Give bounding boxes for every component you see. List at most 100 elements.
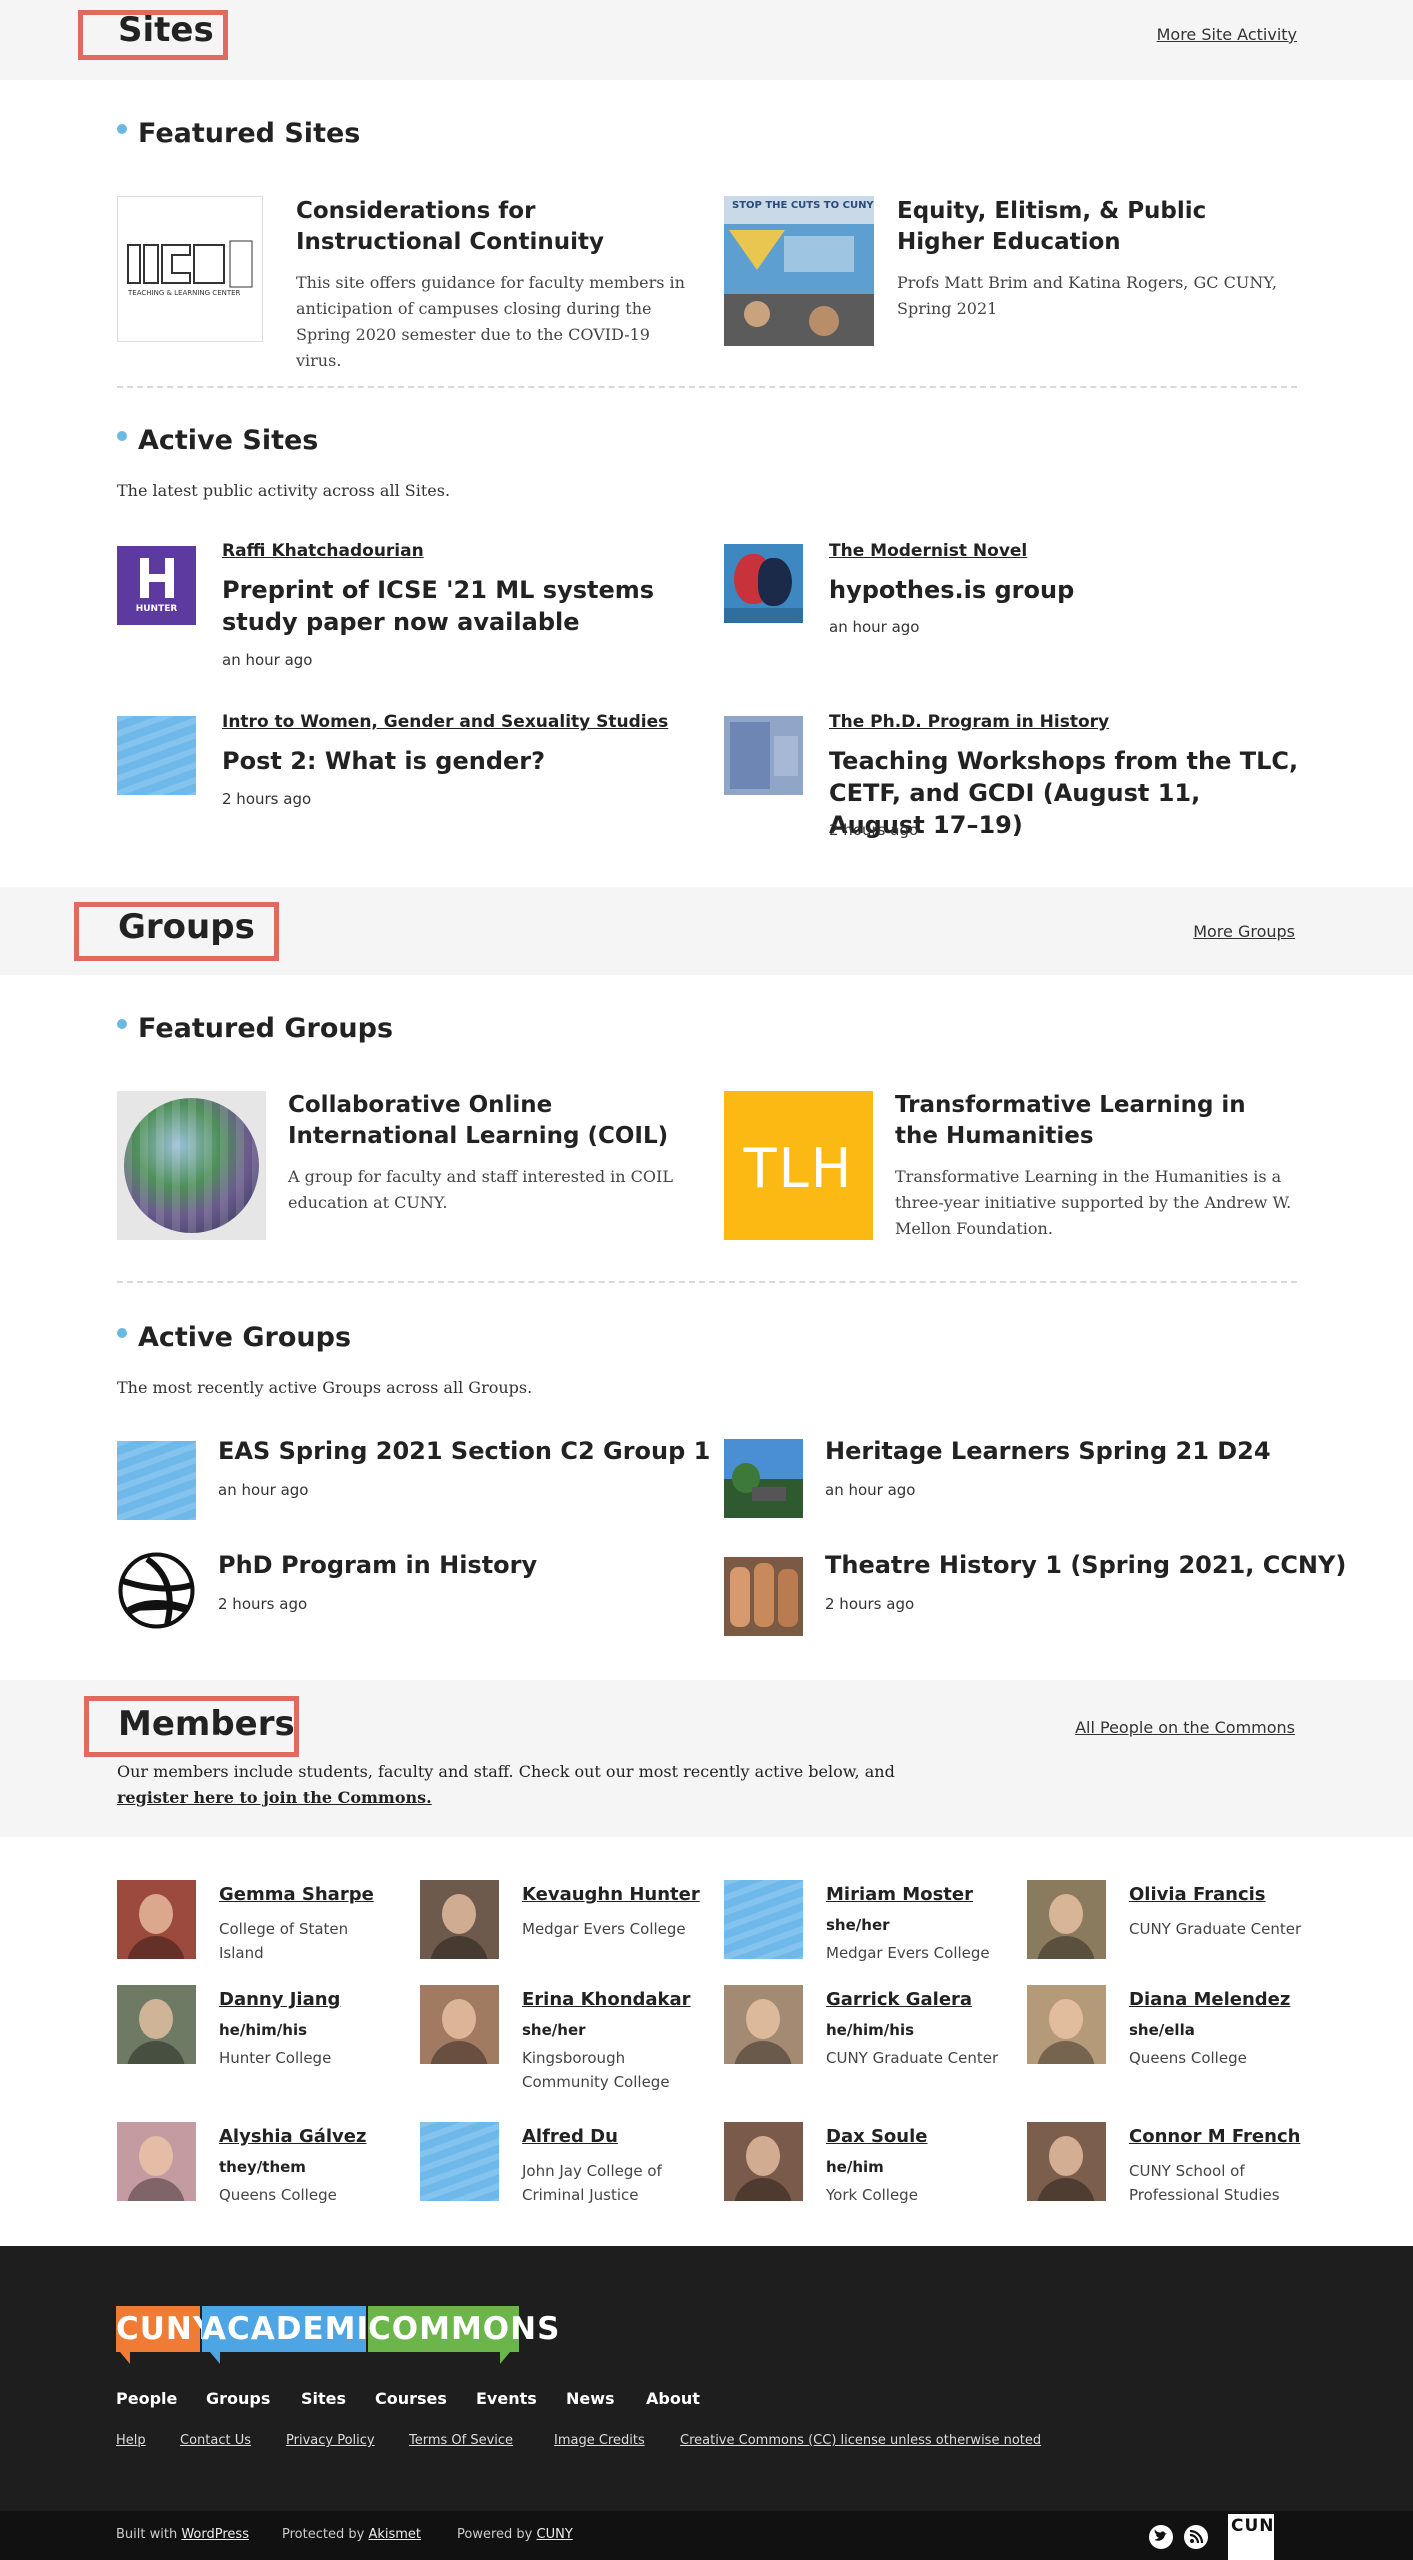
footer-nav-about[interactable]: About: [646, 2389, 700, 2408]
graduate-center-thumb[interactable]: [724, 716, 803, 795]
member-college: Queens College: [219, 2186, 337, 2204]
featured-groups-heading: Featured Groups: [117, 1013, 393, 1044]
protest-photo-thumb[interactable]: STOP THE CUTS TO CUNY: [724, 196, 874, 346]
featured-group-title[interactable]: Collaborative Online International Learn…: [288, 1090, 698, 1152]
bullet-dot-icon: [117, 1019, 127, 1029]
member-avatar[interactable]: [1027, 1880, 1106, 1959]
logo-tail: [500, 2352, 510, 2364]
member-pronouns: she/ella: [1129, 2021, 1195, 2039]
member-avatar[interactable]: [1027, 1985, 1106, 2064]
cuny-link[interactable]: CUNY: [537, 2527, 573, 2542]
group-time: 2 hours ago: [218, 1595, 308, 1613]
group-time: an hour ago: [218, 1481, 309, 1499]
footer-link-image-credits[interactable]: Image Credits: [554, 2433, 645, 2448]
group-title[interactable]: PhD Program in History: [218, 1551, 537, 1579]
activity-author-link[interactable]: The Modernist Novel: [829, 541, 1027, 561]
globe-icon: [118, 1552, 195, 1629]
footer-link-license[interactable]: Creative Commons (CC) license unless oth…: [680, 2433, 1041, 2448]
activity-title[interactable]: Post 2: What is gender?: [222, 745, 682, 777]
member-name-link[interactable]: Gemma Sharpe: [219, 1884, 374, 1905]
featured-group-title[interactable]: Transformative Learning in the Humanitie…: [895, 1090, 1295, 1152]
member-pronouns: he/him: [826, 2158, 884, 2176]
activity-title[interactable]: hypothes.is group: [829, 574, 1299, 606]
register-link[interactable]: register here to join the Commons.: [117, 1788, 432, 1807]
member-pronouns: she/her: [522, 2021, 586, 2039]
member-avatar[interactable]: [420, 1985, 499, 2064]
cuny-logo-mark[interactable]: CUNY: [1228, 2514, 1287, 2560]
footer-link-terms[interactable]: Terms Of Sevice: [409, 2433, 513, 2448]
member-avatar[interactable]: [724, 2122, 803, 2201]
member-name-link[interactable]: Dax Soule: [826, 2126, 928, 2147]
member-avatar[interactable]: [117, 1880, 196, 1959]
member-avatar[interactable]: [724, 1985, 803, 2064]
footer-nav-news[interactable]: News: [566, 2389, 615, 2408]
akismet-link[interactable]: Akismet: [368, 2527, 421, 2542]
group-title[interactable]: Heritage Learners Spring 21 D24: [825, 1437, 1271, 1465]
default-group-thumb[interactable]: [117, 1441, 196, 1520]
member-college: College of Staten Island: [219, 1920, 349, 1962]
member-name-link[interactable]: Alyshia Gálvez: [219, 2126, 366, 2147]
globe-photo-thumb[interactable]: [117, 1091, 266, 1240]
footer-link-help[interactable]: Help: [116, 2433, 146, 2448]
activity-author-link[interactable]: Raffi Khatchadourian: [222, 541, 424, 561]
more-site-activity-link[interactable]: More Site Activity: [1157, 25, 1297, 44]
activity-time: an hour ago: [222, 651, 313, 669]
member-name-link[interactable]: Diana Melendez: [1129, 1989, 1290, 2010]
member-college: Kingsborough Community College: [522, 2049, 670, 2091]
member-avatar[interactable]: [724, 1880, 803, 1959]
member-avatar[interactable]: [420, 2122, 499, 2201]
member-name-link[interactable]: Garrick Galera: [826, 1989, 972, 2010]
member-name-link[interactable]: Erina Khondakar: [522, 1989, 691, 2010]
modernist-novel-thumb[interactable]: [724, 544, 803, 623]
activity-author-link[interactable]: The Ph.D. Program in History: [829, 712, 1109, 732]
member-name-link[interactable]: Danny Jiang: [219, 1989, 340, 2010]
hunter-logo-thumb[interactable]: HUNTER: [117, 546, 196, 625]
rss-icon[interactable]: [1184, 2525, 1208, 2549]
member-name-link[interactable]: Connor M French: [1129, 2126, 1300, 2147]
more-groups-link[interactable]: More Groups: [1193, 922, 1295, 941]
group-title[interactable]: EAS Spring 2021 Section C2 Group 1: [218, 1437, 710, 1465]
footer-nav-events[interactable]: Events: [476, 2389, 537, 2408]
member-avatar[interactable]: [117, 1985, 196, 2064]
logo-commons[interactable]: COMMONS: [368, 2306, 559, 2352]
footer-link-contact[interactable]: Contact Us: [180, 2433, 251, 2448]
bullet-dot-icon: [117, 124, 127, 134]
member-avatar[interactable]: [117, 2122, 196, 2201]
tlc-logo-thumb[interactable]: TEACHING & LEARNING CENTER: [117, 196, 263, 342]
heritage-group-thumb[interactable]: [724, 1439, 803, 1518]
member-name-link[interactable]: Kevaughn Hunter: [522, 1884, 700, 1905]
featured-site-title[interactable]: Equity, Elitism, & Public Higher Educati…: [897, 196, 1297, 258]
logo-tail: [120, 2352, 130, 2364]
activity-title[interactable]: Preprint of ICSE '21 ML systems study pa…: [222, 574, 672, 638]
tlh-logo-thumb[interactable]: TLH: [724, 1091, 873, 1240]
active-groups-desc: The most recently active Groups across a…: [117, 1378, 533, 1397]
default-site-thumb[interactable]: [117, 716, 196, 795]
footer-nav-courses[interactable]: Courses: [375, 2389, 447, 2408]
logo-academic[interactable]: ACADEMIC: [202, 2306, 392, 2352]
member-college: CUNY Graduate Center: [1129, 1920, 1302, 1938]
member-name-link[interactable]: Alfred Du: [522, 2126, 618, 2147]
group-title[interactable]: Theatre History 1 (Spring 2021, CCNY): [825, 1551, 1346, 1579]
theatre-group-thumb[interactable]: [724, 1557, 803, 1636]
member-college: Hunter College: [219, 2049, 332, 2067]
logo-cuny[interactable]: CUNY: [116, 2306, 215, 2352]
footer-nav-groups[interactable]: Groups: [206, 2389, 270, 2408]
member-pronouns: he/him/his: [826, 2021, 915, 2039]
wordpress-link[interactable]: WordPress: [181, 2527, 249, 2542]
featured-site-title[interactable]: Considerations for Instructional Continu…: [296, 196, 696, 258]
twitter-icon[interactable]: [1149, 2525, 1173, 2549]
footer-link-privacy[interactable]: Privacy Policy: [286, 2433, 375, 2448]
footer-nav-sites[interactable]: Sites: [301, 2389, 346, 2408]
footer-nav-people[interactable]: People: [116, 2389, 177, 2408]
all-people-link[interactable]: All People on the Commons: [1075, 1718, 1295, 1737]
member-name-link[interactable]: Miriam Moster: [826, 1884, 973, 1905]
activity-time: 2 hours ago: [829, 821, 919, 839]
member-avatar[interactable]: [420, 1880, 499, 1959]
globe-icon-thumb[interactable]: [117, 1551, 196, 1630]
member-pronouns: they/them: [219, 2158, 306, 2176]
member-name-link[interactable]: Olivia Francis: [1129, 1884, 1266, 1905]
activity-author-link[interactable]: Intro to Women, Gender and Sexuality Stu…: [222, 712, 668, 732]
member-college: John Jay College of Criminal Justice: [522, 2162, 662, 2204]
footer: [0, 2246, 1413, 2511]
member-avatar[interactable]: [1027, 2122, 1106, 2201]
